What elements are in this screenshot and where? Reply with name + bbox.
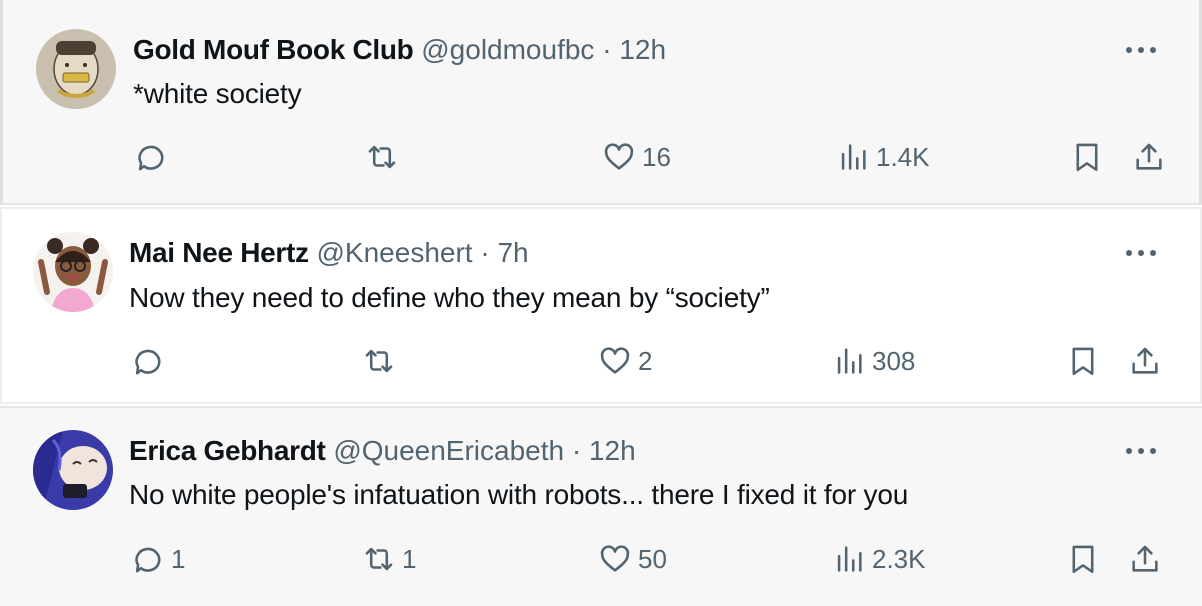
like-count: 16: [642, 141, 671, 172]
bookmark-button[interactable]: [1066, 344, 1100, 378]
reply-icon: [135, 349, 161, 375]
display-name[interactable]: Erica Gebhardt: [129, 435, 326, 466]
reply-button[interactable]: [134, 140, 174, 174]
action-bar: 16 1.4K: [0, 140, 1202, 174]
share-icon: [1132, 545, 1158, 572]
timestamp[interactable]: 12h: [619, 34, 666, 65]
retweet-icon: [365, 349, 393, 373]
action-bar: 1 1 50 2.3K: [0, 542, 1202, 576]
avatar[interactable]: [36, 29, 116, 109]
views-count: 308: [872, 345, 916, 376]
bookmark-button[interactable]: [1066, 542, 1100, 576]
avatar[interactable]: [33, 430, 113, 510]
separator: ·: [571, 435, 582, 466]
reply-button[interactable]: 1: [131, 542, 185, 576]
like-count: 2: [638, 345, 653, 376]
bookmark-icon: [1072, 545, 1094, 574]
heart-icon: [604, 143, 634, 170]
timestamp[interactable]: 7h: [497, 237, 528, 268]
views-button[interactable]: 2.3K: [832, 542, 926, 576]
views-count: 2.3K: [872, 543, 926, 574]
share-button[interactable]: [1128, 344, 1162, 378]
share-button[interactable]: [1128, 542, 1162, 576]
views-button[interactable]: 308: [832, 344, 915, 378]
tweet-header: Gold Mouf Book Club @goldmoufbc · 12h: [133, 33, 666, 67]
more-icon[interactable]: [1126, 45, 1160, 55]
bookmark-icon: [1076, 143, 1098, 172]
retweet-icon: [365, 547, 393, 571]
like-button[interactable]: 50: [598, 542, 667, 576]
more-icon[interactable]: [1126, 446, 1160, 456]
tweet-text: *white society: [133, 78, 302, 109]
reply-icon: [138, 145, 164, 171]
retweet-button[interactable]: [365, 140, 405, 174]
user-handle[interactable]: @Kneeshert: [317, 237, 473, 268]
heart-icon: [600, 347, 630, 374]
display-name[interactable]: Mai Nee Hertz: [129, 237, 309, 268]
share-icon: [1132, 347, 1158, 374]
reply-icon: [135, 547, 161, 573]
retweet-button[interactable]: [362, 344, 402, 378]
retweet-count: 1: [402, 543, 417, 574]
views-count: 1.4K: [876, 141, 930, 172]
like-button[interactable]: 2: [598, 344, 652, 378]
bookmark-icon: [1072, 347, 1094, 376]
analytics-icon: [837, 348, 862, 374]
user-handle[interactable]: @QueenEricabeth: [333, 435, 564, 466]
reply-count: 1: [171, 543, 186, 574]
heart-icon: [600, 545, 630, 572]
bookmark-button[interactable]: [1070, 140, 1104, 174]
tweet-header: Erica Gebhardt @QueenEricabeth · 12h: [129, 434, 636, 468]
tweet-header: Mai Nee Hertz @Kneeshert · 7h: [129, 236, 529, 270]
retweet-button[interactable]: 1: [362, 542, 416, 576]
retweet-icon: [368, 145, 396, 169]
like-count: 50: [638, 543, 667, 574]
avatar[interactable]: [33, 232, 113, 312]
views-button[interactable]: 1.4K: [836, 140, 930, 174]
separator: ·: [480, 237, 490, 268]
share-button[interactable]: [1132, 140, 1166, 174]
analytics-icon: [837, 546, 862, 572]
separator: ·: [602, 34, 612, 65]
reply-button[interactable]: [131, 344, 171, 378]
timestamp[interactable]: 12h: [589, 435, 636, 466]
more-icon[interactable]: [1126, 248, 1160, 258]
display-name[interactable]: Gold Mouf Book Club: [133, 34, 414, 65]
action-bar: 2 308: [0, 344, 1202, 378]
tweet-text: No white people's infatuation with robot…: [129, 479, 909, 510]
tweet-text: Now they need to define who they mean by…: [129, 282, 770, 313]
like-button[interactable]: 16: [602, 140, 671, 174]
share-icon: [1136, 143, 1162, 170]
analytics-icon: [841, 144, 866, 170]
user-handle[interactable]: @goldmoufbc: [421, 34, 594, 65]
